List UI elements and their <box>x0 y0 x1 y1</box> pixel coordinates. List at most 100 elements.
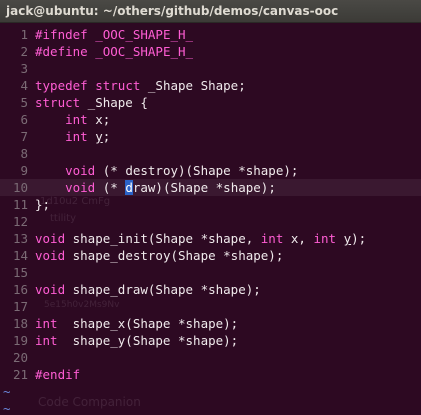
line-code: void shape_init(Shape *shape, int x, int… <box>35 230 366 247</box>
code-line[interactable]: 13 void shape_init(Shape *shape, int x, i… <box>0 230 421 247</box>
code-token: #define <box>35 44 88 59</box>
code-token: shape_init(Shape *shape, <box>65 231 261 246</box>
code-line[interactable]: 9 void (* destroy)(Shape *shape); <box>0 162 421 179</box>
code-line[interactable]: 8 <box>0 145 421 162</box>
line-number: 20 <box>12 350 28 365</box>
code-line[interactable]: 3 <box>0 60 421 77</box>
code-line[interactable]: 11}; <box>0 196 421 213</box>
code-line[interactable]: 4 typedef struct _Shape Shape; <box>0 77 421 94</box>
code-line[interactable]: 19 int shape_y(Shape *shape); <box>0 332 421 349</box>
code-line[interactable]: 14 void shape_destroy(Shape *shape); <box>0 247 421 264</box>
line-code: int x; <box>35 111 110 128</box>
code-token: void <box>35 282 66 297</box>
code-token: shape_y(Shape *shape); <box>57 333 239 348</box>
code-token: _OOC_SHAPE_H_ <box>87 27 194 42</box>
code-line[interactable]: 10 void (* draw)(Shape *shape); <box>0 179 421 196</box>
code-token: shape_draw(Shape *shape); <box>65 282 261 297</box>
empty-buffer-marker: ~ <box>3 401 11 415</box>
code-line[interactable]: 7 int y; <box>0 128 421 145</box>
line-number: 4 <box>20 78 28 93</box>
code-token: ); <box>351 231 367 246</box>
line-number: 1 <box>20 27 28 42</box>
code-line[interactable]: 2 #define _OOC_SHAPE_H_ <box>0 43 421 60</box>
code-token: (* destroy)(Shape *shape); <box>95 163 299 178</box>
code-line[interactable]: 12 <box>0 213 421 230</box>
line-code: typedef struct _Shape Shape; <box>35 77 246 94</box>
line-number: 18 <box>12 316 28 331</box>
line-code: struct _Shape { <box>35 94 148 111</box>
line-code: #define _OOC_SHAPE_H_ <box>35 43 193 60</box>
code-token: x; <box>87 112 111 127</box>
line-number: 13 <box>12 231 28 246</box>
code-line[interactable]: 15 <box>0 264 421 281</box>
code-line[interactable]: 17 <box>0 298 421 315</box>
line-code: void shape_destroy(Shape *shape); <box>35 247 283 264</box>
code-token: struct <box>95 78 141 93</box>
line-number: 19 <box>12 333 28 348</box>
code-line[interactable]: 21 #endif <box>0 366 421 383</box>
code-token: (* <box>95 180 126 195</box>
code-token: int <box>65 112 88 127</box>
code-token: #endif <box>35 367 81 382</box>
empty-buffer-marker: ~ <box>3 384 11 399</box>
code-token: #ifndef <box>35 27 88 42</box>
line-code: int shape_x(Shape *shape); <box>35 315 238 332</box>
line-number: 21 <box>12 367 28 382</box>
terminal-window: jack@ubuntu: ~/others/github/demos/canva… <box>0 0 421 415</box>
code-token: shape_destroy(Shape *shape); <box>65 248 284 263</box>
code-token: int <box>260 231 284 246</box>
code-line[interactable]: 5 struct _Shape { <box>0 94 421 111</box>
line-number: 2 <box>20 44 28 59</box>
code-token: _Shape Shape; <box>140 78 246 93</box>
code-line[interactable]: 6 int x; <box>0 111 421 128</box>
line-number: 12 <box>12 214 28 229</box>
line-number: 10 <box>12 180 28 195</box>
line-number: 16 <box>12 282 28 297</box>
line-number: 6 <box>20 112 28 127</box>
line-number: 17 <box>12 299 28 314</box>
line-code: void (* destroy)(Shape *shape); <box>35 162 298 179</box>
code-token: struct <box>35 95 81 110</box>
line-code: void shape_draw(Shape *shape); <box>35 281 261 298</box>
code-token: _Shape { <box>80 95 148 110</box>
window-title[interactable]: jack@ubuntu: ~/others/github/demos/canva… <box>0 0 421 23</box>
code-token: void <box>65 180 96 195</box>
code-token: raw)(Shape *shape); <box>132 180 276 195</box>
code-token: int <box>35 333 58 348</box>
code-token: int <box>313 231 337 246</box>
code-token: int <box>65 129 88 144</box>
line-number: 9 <box>20 163 28 178</box>
line-number: 5 <box>20 95 28 110</box>
line-number: 14 <box>12 248 28 263</box>
text-cursor: d <box>125 180 133 195</box>
line-number: 3 <box>20 61 28 76</box>
code-token: int <box>35 316 58 331</box>
code-line[interactable]: 18 int shape_x(Shape *shape); <box>0 315 421 332</box>
code-line[interactable]: 16 void shape_draw(Shape *shape); <box>0 281 421 298</box>
line-code: int y; <box>35 128 110 145</box>
code-line[interactable]: 1 #ifndef _OOC_SHAPE_H_ <box>0 26 421 43</box>
code-token: typedef <box>35 78 88 93</box>
line-code: #ifndef _OOC_SHAPE_H_ <box>35 26 193 43</box>
line-number: 11 <box>12 197 28 212</box>
code-token: void <box>35 231 66 246</box>
code-token: x, <box>283 231 314 246</box>
code-token: y <box>95 129 103 144</box>
code-token: y <box>343 231 352 246</box>
code-token: }; <box>35 197 51 212</box>
line-code: #endif <box>35 366 80 383</box>
code-token: void <box>65 163 96 178</box>
code-token: ; <box>102 129 111 144</box>
vim-editor[interactable]: 1d10u2 CmFg ttility 5e15h0v2Ms9Nv Code C… <box>0 23 421 415</box>
code-line[interactable]: 20 <box>0 349 421 366</box>
line-code: void (* draw)(Shape *shape); <box>35 179 276 196</box>
code-token: void <box>35 248 66 263</box>
ghost-text: Code Companion <box>38 395 141 409</box>
line-code: }; <box>35 196 50 213</box>
code-token: _OOC_SHAPE_H_ <box>87 44 194 59</box>
